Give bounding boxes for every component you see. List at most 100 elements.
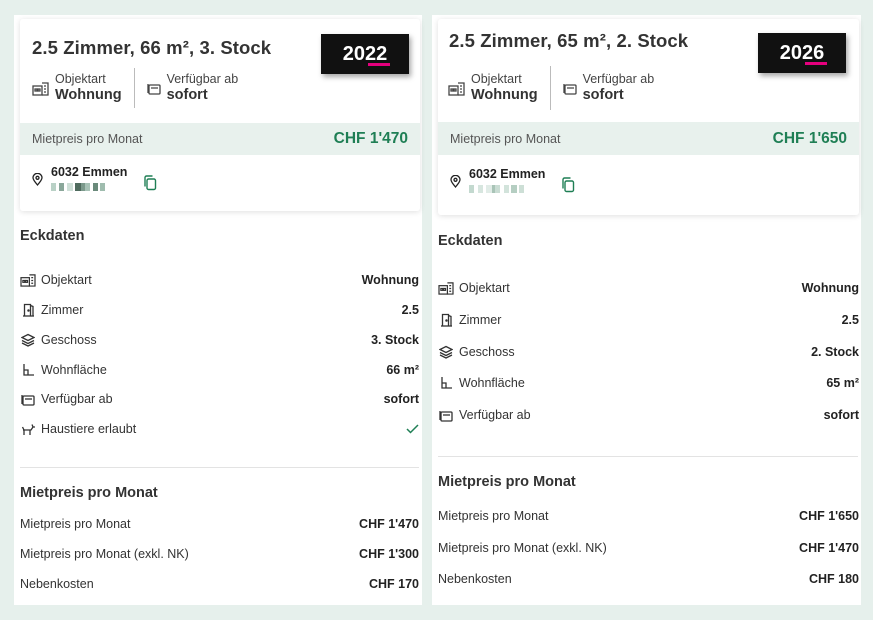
row-label: Verfügbar ab bbox=[459, 408, 531, 422]
eckdaten-row-objektart: Objektart Wohnung bbox=[438, 280, 859, 296]
meta-label: Verfügbar ab bbox=[582, 72, 655, 86]
price-bar-label: Mietpreis pro Monat bbox=[450, 131, 561, 146]
row-label: Mietpreis pro Monat bbox=[438, 509, 549, 523]
building-icon bbox=[438, 280, 454, 296]
building-icon bbox=[32, 81, 49, 96]
row-value: 2.5 bbox=[841, 313, 859, 327]
listing-panel-right: 2.5 Zimmer, 65 m², 2. Stock 2026 Objekta… bbox=[432, 15, 861, 605]
address-street-redacted bbox=[51, 183, 127, 191]
meta-verfuegbar: Verfügbar ab sofort bbox=[146, 72, 238, 104]
price-bar: Mietpreis pro Monat CHF 1'470 bbox=[20, 123, 420, 155]
calendar-icon bbox=[20, 391, 36, 407]
listing-summary-card: 2.5 Zimmer, 66 m², 3. Stock 2022 Objekta… bbox=[20, 19, 420, 211]
eckdaten-row-geschoss: Geschoss 2. Stock bbox=[438, 344, 859, 360]
price-bar-value: CHF 1'650 bbox=[772, 129, 847, 147]
row-value: CHF 1'470 bbox=[359, 517, 419, 531]
layers-icon bbox=[20, 332, 36, 348]
listing-title: 2.5 Zimmer, 65 m², 2. Stock bbox=[449, 30, 689, 51]
eckdaten-title: Eckdaten bbox=[438, 233, 503, 249]
layers-icon bbox=[438, 344, 454, 360]
price-row-nebenkosten: Nebenkosten CHF 180 bbox=[438, 572, 859, 586]
meta-value: Wohnung bbox=[471, 87, 538, 103]
location-pin-icon bbox=[450, 175, 461, 188]
row-value: CHF 1'300 bbox=[359, 547, 419, 561]
listing-panel-left: 2.5 Zimmer, 66 m², 3. Stock 2022 Objekta… bbox=[14, 15, 422, 605]
row-label: Geschoss bbox=[459, 345, 515, 359]
address: 6032 Emmen bbox=[450, 167, 575, 193]
year-underline bbox=[805, 62, 827, 65]
eckdaten-title: Eckdaten bbox=[20, 228, 85, 244]
listing-title: 2.5 Zimmer, 66 m², 3. Stock bbox=[32, 37, 272, 58]
copy-icon[interactable] bbox=[143, 175, 157, 191]
eckdaten-row-haustiere: Haustiere erlaubt bbox=[20, 421, 419, 437]
row-label: Wohnfläche bbox=[459, 376, 525, 390]
row-label: Zimmer bbox=[41, 303, 84, 317]
address-street-redacted bbox=[469, 185, 545, 193]
meta-label: Objektart bbox=[55, 72, 106, 86]
row-label: Geschoss bbox=[41, 333, 97, 347]
check-icon bbox=[406, 424, 419, 434]
mietpreis-title: Mietpreis pro Monat bbox=[438, 474, 576, 490]
row-value: 2.5 bbox=[401, 303, 419, 317]
year-label: 2026 bbox=[779, 42, 825, 64]
year-badge: 2026 bbox=[758, 33, 846, 73]
row-value: 3. Stock bbox=[371, 333, 419, 347]
meta-value: sofort bbox=[582, 87, 624, 103]
eckdaten-row-verfuegbar: Verfügbar ab sofort bbox=[20, 391, 419, 407]
row-label: Nebenkosten bbox=[438, 572, 512, 586]
row-label: Objektart bbox=[459, 281, 510, 295]
pet-icon bbox=[20, 421, 36, 437]
meta-value: Wohnung bbox=[55, 87, 122, 103]
row-label: Wohnfläche bbox=[41, 363, 107, 377]
meta-objektart: Objektart Wohnung bbox=[32, 72, 122, 104]
row-label: Mietpreis pro Monat (exkl. NK) bbox=[438, 541, 607, 555]
listing-summary-card: 2.5 Zimmer, 65 m², 2. Stock 2026 Objekta… bbox=[438, 19, 859, 215]
meta-divider bbox=[549, 66, 551, 110]
row-label: Verfügbar ab bbox=[41, 392, 113, 406]
row-value: sofort bbox=[823, 408, 859, 422]
price-bar: Mietpreis pro Monat CHF 1'650 bbox=[438, 122, 859, 155]
row-label: Haustiere erlaubt bbox=[41, 422, 137, 436]
meta-verfuegbar: Verfügbar ab sofort bbox=[562, 72, 655, 104]
year-label: 2022 bbox=[342, 43, 388, 65]
eckdaten-row-geschoss: Geschoss 3. Stock bbox=[20, 332, 419, 348]
price-bar-label: Mietpreis pro Monat bbox=[32, 132, 143, 146]
row-value: 65 m² bbox=[826, 376, 859, 390]
calendar-icon bbox=[562, 82, 577, 95]
calendar-icon bbox=[146, 82, 161, 95]
row-label: Zimmer bbox=[459, 313, 502, 327]
year-badge: 2022 bbox=[321, 34, 409, 74]
eckdaten-row-verfuegbar: Verfügbar ab sofort bbox=[438, 407, 859, 423]
row-value: CHF 180 bbox=[808, 572, 859, 586]
row-label: Mietpreis pro Monat bbox=[20, 517, 131, 531]
calendar-icon bbox=[438, 407, 454, 423]
price-row-exkl-nk: Mietpreis pro Monat (exkl. NK) CHF 1'300 bbox=[20, 547, 419, 561]
eckdaten-row-objektart: Objektart Wohnung bbox=[20, 272, 419, 288]
row-value: 2. Stock bbox=[811, 345, 859, 359]
address-city: 6032 Emmen bbox=[51, 165, 128, 179]
building-icon bbox=[20, 272, 36, 288]
location-pin-icon bbox=[32, 173, 43, 186]
row-value: CHF 170 bbox=[368, 577, 419, 591]
row-value: 66 m² bbox=[386, 363, 419, 377]
building-icon bbox=[448, 81, 465, 96]
door-icon bbox=[20, 302, 36, 318]
copy-icon[interactable] bbox=[561, 177, 575, 193]
section-divider bbox=[20, 467, 419, 468]
row-value: Wohnung bbox=[801, 281, 859, 295]
area-icon bbox=[20, 362, 36, 378]
row-value: CHF 1'470 bbox=[799, 541, 859, 555]
meta-label: Objektart bbox=[471, 72, 522, 86]
mietpreis-title: Mietpreis pro Monat bbox=[20, 485, 158, 501]
row-label: Objektart bbox=[41, 273, 92, 287]
row-value: sofort bbox=[383, 392, 419, 406]
row-value: CHF 1'650 bbox=[799, 509, 859, 523]
row-value: Wohnung bbox=[361, 273, 419, 287]
price-row-exkl-nk: Mietpreis pro Monat (exkl. NK) CHF 1'470 bbox=[438, 541, 859, 555]
door-icon bbox=[438, 312, 454, 328]
eckdaten-row-wohnflaeche: Wohnfläche 66 m² bbox=[20, 362, 419, 378]
meta-objektart: Objektart Wohnung bbox=[448, 72, 538, 104]
price-row-nebenkosten: Nebenkosten CHF 170 bbox=[20, 577, 419, 591]
eckdaten-row-wohnflaeche: Wohnfläche 65 m² bbox=[438, 375, 859, 391]
area-icon bbox=[438, 375, 454, 391]
